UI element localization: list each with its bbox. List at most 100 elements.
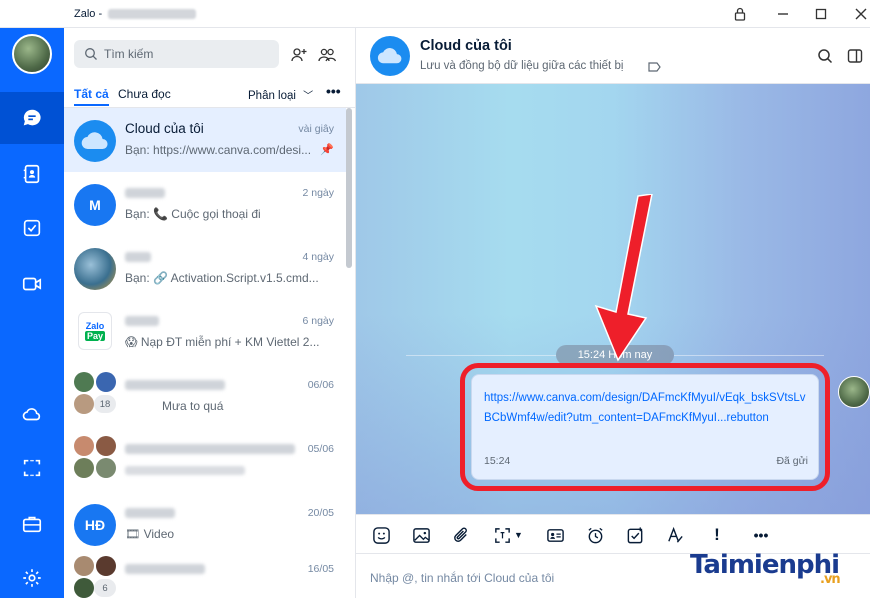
member-count-badge: 18 <box>94 395 116 413</box>
conversation-time: 16/05 <box>307 563 334 575</box>
chevron-down-icon: ﹀ <box>303 91 314 102</box>
group-icon <box>318 48 337 62</box>
attach-file-button[interactable] <box>450 524 472 546</box>
watermark-suffix: .vn <box>820 572 841 587</box>
conversation-time: 4 ngày <box>302 251 334 263</box>
conversation-name-blurred <box>125 252 151 262</box>
search-placeholder: Tìm kiếm <box>104 47 154 61</box>
account-name-blurred <box>108 9 196 19</box>
conversation-item[interactable]: Zalo Pay 6 ngày 😱 Nạp ĐT miễn phí + KM Vi… <box>64 300 346 364</box>
lock-icon[interactable] <box>727 4 753 24</box>
maximize-button[interactable] <box>808 4 834 24</box>
conversation-time: 20/05 <box>307 507 334 519</box>
watermark-text: Taimienphi <box>690 550 840 580</box>
nav-toolbox[interactable] <box>0 498 64 550</box>
sticker-button[interactable] <box>370 524 392 546</box>
nav-messages[interactable] <box>0 92 64 144</box>
sticker-icon <box>372 526 390 544</box>
chat-avatar[interactable] <box>370 36 410 76</box>
sender-avatar[interactable] <box>838 376 870 408</box>
tag-icon[interactable] <box>648 62 661 72</box>
conversation-time: 2 ngày <box>302 187 334 199</box>
conversation-time: vài giây <box>298 123 334 135</box>
minimize-button[interactable] <box>770 4 796 24</box>
task-check-icon <box>627 526 642 543</box>
list-scrollbar[interactable] <box>346 108 352 268</box>
contacts-icon <box>23 164 40 184</box>
conversation-name-blurred <box>125 316 159 326</box>
conversation-time: 6 ngày <box>302 315 334 327</box>
conversation-preview: Bạn: https://www.canva.com/desi... <box>125 143 312 157</box>
search-icon <box>85 48 97 60</box>
watermark-logo: Taimienphi .vn <box>690 550 841 587</box>
cloud-icon <box>81 132 108 150</box>
conversation-item[interactable]: M 2 ngày Bạn: 📞 Cuộc gọi thoại đi <box>64 172 346 236</box>
mark-important-button[interactable]: ! <box>706 524 728 546</box>
nav-settings[interactable] <box>0 552 64 598</box>
user-avatar[interactable] <box>12 34 52 74</box>
conversation-preview: 🎞 Video <box>125 527 175 541</box>
cloud-icon <box>22 408 41 421</box>
tab-all[interactable]: Tất cả <box>74 87 109 106</box>
left-nav <box>0 28 64 598</box>
conversation-name-blurred <box>125 188 165 198</box>
alarm-clock-icon <box>587 527 603 543</box>
group-avatar <box>74 436 94 456</box>
group-avatar <box>74 372 94 392</box>
group-avatar <box>74 556 94 576</box>
briefcase-icon <box>22 516 42 533</box>
screen-capture-icon <box>495 527 510 543</box>
business-card-button[interactable] <box>544 524 566 546</box>
paperclip-icon <box>453 527 467 542</box>
search-in-chat-button[interactable] <box>814 45 836 67</box>
tab-unread[interactable]: Chưa đọc <box>118 87 171 101</box>
message-status: Đã gửi <box>776 455 808 467</box>
create-group-button[interactable] <box>316 44 338 66</box>
screenshot-button[interactable]: ▼ <box>490 524 526 546</box>
reminder-button[interactable] <box>584 524 606 546</box>
nav-cloud[interactable] <box>0 388 64 440</box>
toggle-info-panel-button[interactable] <box>844 45 866 67</box>
zalopay-logo: Zalo Pay <box>78 312 112 350</box>
search-input[interactable]: Tìm kiếm <box>74 40 279 68</box>
close-button[interactable] <box>848 4 870 24</box>
conversation-item-group[interactable]: 05/06 <box>64 428 346 492</box>
add-friend-button[interactable] <box>288 44 310 66</box>
contact-card-icon <box>546 528 564 542</box>
chat-title: Cloud của tôi <box>420 38 512 54</box>
chat-header: Cloud của tôi Lưu và đồng bộ dữ liệu giữ… <box>356 28 870 84</box>
group-avatar <box>96 458 116 478</box>
image-button[interactable] <box>410 524 432 546</box>
assign-task-button[interactable] <box>624 524 646 546</box>
app-title: Zalo - <box>74 8 103 20</box>
pin-icon: 📌 <box>320 144 334 156</box>
group-avatar <box>74 394 94 414</box>
member-count-badge: 6 <box>94 579 116 597</box>
nav-screenshot[interactable] <box>0 442 64 494</box>
conversation-item-group[interactable]: 18 06/06 Mưa to quá <box>64 364 346 428</box>
text-format-button[interactable] <box>664 524 686 546</box>
conversation-item-cloud[interactable]: Cloud của tôi vài giây Bạn: https://www.… <box>64 108 346 172</box>
conversation-item[interactable]: HĐ 20/05 🎞 Video <box>64 492 346 556</box>
group-avatar <box>74 578 94 598</box>
message-link[interactable]: https://www.canva.com/design/DAFmcKfMyuI… <box>484 388 808 428</box>
conversation-item[interactable]: 4 ngày Bạn: 🔗 Activation.Script.v1.5.cmd… <box>64 236 346 300</box>
nav-todo[interactable] <box>0 202 64 254</box>
video-camera-icon <box>22 277 42 291</box>
cloud-avatar <box>74 120 116 162</box>
more-options-button[interactable]: ••• <box>326 83 341 99</box>
chat-panel: Cloud của tôi Lưu và đồng bộ dữ liệu giữ… <box>356 28 870 598</box>
title-bar: Zalo - <box>0 0 870 28</box>
image-icon <box>412 527 430 543</box>
more-tools-button[interactable]: ••• <box>750 524 772 546</box>
message-bubble[interactable]: https://www.canva.com/design/DAFmcKfMyuI… <box>471 374 819 480</box>
conversation-time: 05/06 <box>307 443 334 455</box>
group-avatar <box>96 372 116 392</box>
sort-dropdown[interactable]: Phân loại ﹀ <box>248 87 313 102</box>
conversation-item-group[interactable]: 6 16/05 <box>64 548 346 598</box>
cloud-icon <box>377 48 402 64</box>
conversation-preview: Bạn: 🔗 Activation.Script.v1.5.cmd... <box>125 271 319 285</box>
conversation-list-panel: Tìm kiếm Tất cả Chưa đọc Phân loại ﹀ •••… <box>64 28 356 598</box>
nav-video-call[interactable] <box>0 258 64 310</box>
nav-contacts[interactable] <box>0 148 64 200</box>
